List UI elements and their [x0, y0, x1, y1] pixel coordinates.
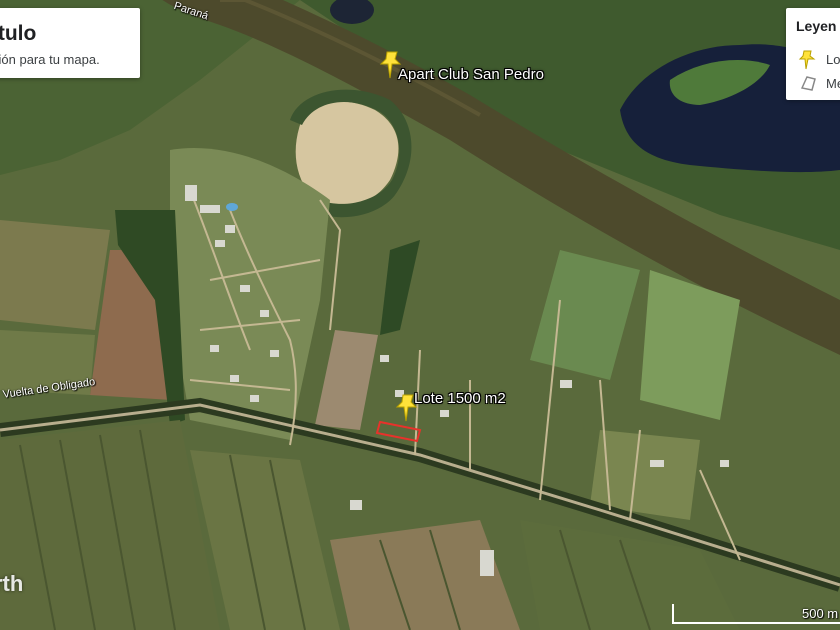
placemark-label-apart-club[interactable]: Apart Club San Pedro: [398, 66, 544, 83]
legend-item-label: Me: [826, 76, 840, 91]
pushpin-icon: [798, 50, 818, 70]
legend-item-label: Lo: [826, 52, 840, 67]
satellite-map[interactable]: Vuelta de Obligado Paraná Apart Club San…: [0, 0, 840, 630]
map-legend[interactable]: Leyen Lo Me: [786, 8, 840, 100]
scale-bar: 500 m: [672, 604, 840, 626]
polygon-icon: [798, 74, 818, 94]
google-earth-watermark: rth: [0, 571, 24, 596]
field-west-a: [0, 220, 110, 330]
legend-item-placemark[interactable]: Lo: [798, 50, 840, 70]
legend-item-polygon[interactable]: Me: [798, 74, 840, 94]
satellite-imagery: [0, 0, 840, 630]
map-title[interactable]: ítulo: [0, 22, 36, 46]
legend-heading: Leyen: [796, 18, 837, 34]
placemark-label-lote[interactable]: Lote 1500 m2: [414, 390, 506, 407]
scale-label: 500 m: [802, 606, 839, 621]
map-description[interactable]: ción para tu mapa.: [0, 52, 100, 67]
map-title-card[interactable]: ítulo ción para tu mapa.: [0, 8, 140, 78]
pool: [226, 203, 238, 211]
